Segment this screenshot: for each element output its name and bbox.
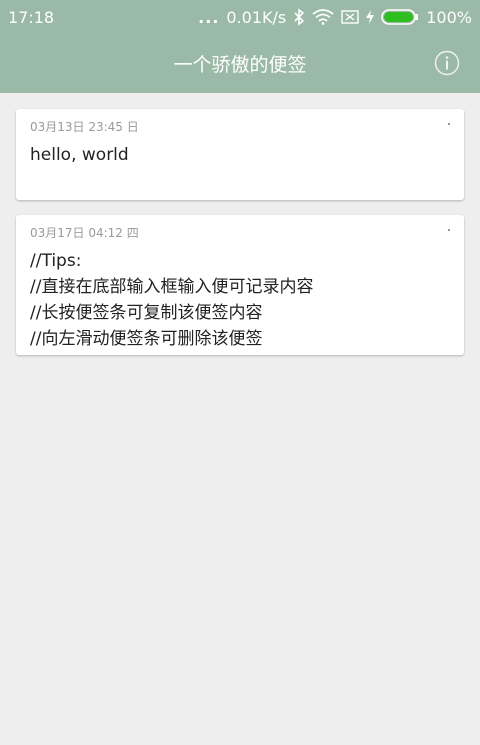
note-card[interactable]: 03月13日 23:45 日 hello, world (16, 109, 464, 200)
charging-icon (366, 10, 375, 24)
status-bar: 17:18 ... 0.01K/s 100% (0, 0, 480, 34)
status-icons: ... 0.01K/s 100% (198, 8, 472, 27)
sim-icon (341, 10, 359, 24)
battery-percent: 100% (426, 7, 472, 27)
more-dots: ... (198, 7, 220, 27)
status-time: 17:18 (8, 7, 55, 27)
page-title: 一个骄傲的便签 (173, 54, 307, 76)
note-card[interactable]: 03月17日 04:12 四 //Tips: //直接在底部输入框输入便可记录内… (16, 215, 464, 355)
note-date: 03月13日 23:45 日 (30, 120, 139, 134)
info-icon[interactable] (434, 50, 460, 76)
battery-icon (381, 9, 419, 25)
note-menu-dot (448, 123, 450, 125)
wifi-icon (312, 9, 334, 25)
bluetooth-icon (294, 8, 305, 26)
network-speed: 0.01K/s (226, 7, 287, 27)
note-content: hello, world (30, 145, 129, 165)
note-list: 03月13日 23:45 日 hello, world 03月17日 04:12… (16, 109, 464, 370)
note-content: //Tips: //直接在底部输入框输入便可记录内容 //长按便签条可复制该便签… (30, 251, 314, 349)
note-menu-dot (448, 229, 450, 231)
app-bar: 一个骄傲的便签 (0, 34, 480, 93)
note-date: 03月17日 04:12 四 (30, 226, 139, 240)
